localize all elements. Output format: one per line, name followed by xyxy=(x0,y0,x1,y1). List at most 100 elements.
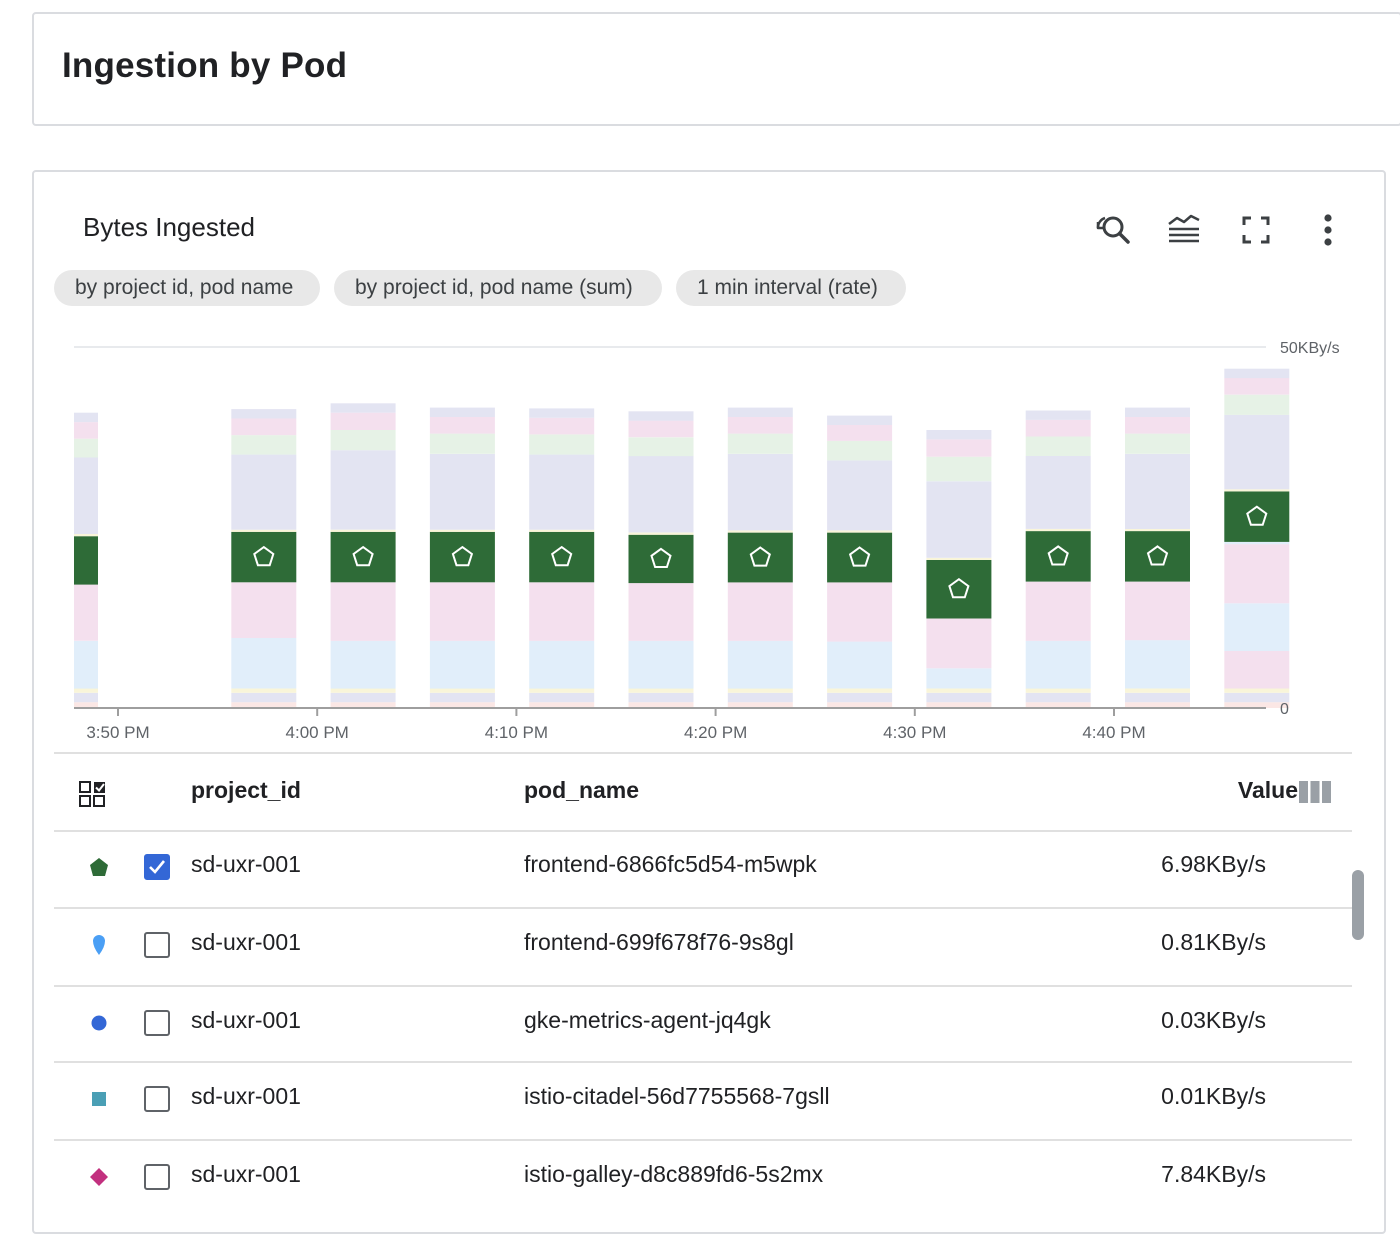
bar-segment[interactable] xyxy=(628,420,694,438)
bar-segment[interactable] xyxy=(1224,603,1290,651)
bar-segment[interactable] xyxy=(1125,433,1190,454)
bar-segment[interactable] xyxy=(727,407,793,417)
bar-segment[interactable] xyxy=(1125,692,1190,703)
bar-segment[interactable] xyxy=(926,456,992,482)
bar-segment[interactable] xyxy=(231,409,297,419)
bar-segment[interactable] xyxy=(529,692,595,703)
bar-segment[interactable] xyxy=(1224,394,1290,415)
bar-segment[interactable] xyxy=(1025,419,1091,437)
bar-segment[interactable] xyxy=(1025,528,1091,532)
bar-segment[interactable] xyxy=(429,433,495,454)
row-checkbox[interactable] xyxy=(144,932,170,958)
bar-segment[interactable] xyxy=(429,688,495,693)
bar-segment[interactable] xyxy=(926,692,992,703)
bar-segment[interactable] xyxy=(1224,368,1290,379)
bar-segment[interactable] xyxy=(827,440,893,461)
bar-segment[interactable] xyxy=(529,582,595,641)
bar-segment[interactable] xyxy=(1125,688,1190,693)
bar-segment[interactable] xyxy=(74,534,98,537)
bar-segment[interactable] xyxy=(231,582,297,638)
bar-segment[interactable] xyxy=(330,688,396,693)
bar-segment[interactable] xyxy=(330,450,396,530)
bar-segment[interactable] xyxy=(926,557,992,560)
column-picker-button[interactable] xyxy=(1298,779,1332,805)
bar-segment[interactable] xyxy=(330,582,396,641)
bar-segment[interactable] xyxy=(727,530,793,533)
bar-segment[interactable] xyxy=(1025,410,1091,420)
highlighted-bar-segment[interactable] xyxy=(74,536,98,585)
bar-segment[interactable] xyxy=(74,640,98,689)
bar-segment[interactable] xyxy=(1125,640,1190,689)
bar-segment[interactable] xyxy=(529,417,595,435)
bar-segment[interactable] xyxy=(1025,640,1091,689)
bar-segment[interactable] xyxy=(1125,453,1190,529)
bar-segment[interactable] xyxy=(727,640,793,689)
row-checkbox[interactable] xyxy=(144,854,170,880)
table-row[interactable]: sd-uxr-001 gke-metrics-agent-jq4gk 0.03K… xyxy=(54,986,1352,1063)
bar-segment[interactable] xyxy=(827,460,893,531)
bar-segment[interactable] xyxy=(231,435,297,455)
bar-segment[interactable] xyxy=(727,433,793,454)
bar-segment[interactable] xyxy=(827,415,893,425)
table-row[interactable]: sd-uxr-001 frontend-6866fc5d54-m5wpk 6.9… xyxy=(54,830,1352,907)
highlighted-bar-segment[interactable] xyxy=(1025,531,1091,582)
bar-segment[interactable] xyxy=(926,481,992,558)
bar-segment[interactable] xyxy=(727,582,793,641)
bar-segment[interactable] xyxy=(1025,692,1091,703)
bar-segment[interactable] xyxy=(429,407,495,417)
bar-segment[interactable] xyxy=(827,688,893,693)
bar-segment[interactable] xyxy=(926,618,992,669)
bar-segment[interactable] xyxy=(827,692,893,703)
bar-segment[interactable] xyxy=(628,456,694,533)
highlighted-bar-segment[interactable] xyxy=(628,534,694,584)
bar-segment[interactable] xyxy=(1224,541,1290,545)
bar-segment[interactable] xyxy=(1224,414,1290,490)
bar-segment[interactable] xyxy=(330,692,396,703)
highlighted-bar-segment[interactable] xyxy=(330,531,396,583)
bar-segment[interactable] xyxy=(1125,528,1190,532)
bar-segment[interactable] xyxy=(231,638,297,689)
bar-segment[interactable] xyxy=(74,422,98,439)
bar-segment[interactable] xyxy=(231,692,297,703)
bar-segment[interactable] xyxy=(529,640,595,689)
bar-segment[interactable] xyxy=(1025,581,1091,641)
bar-segment[interactable] xyxy=(429,453,495,530)
bar-segment[interactable] xyxy=(727,417,793,434)
bar-segment[interactable] xyxy=(74,438,98,458)
bar-segment[interactable] xyxy=(74,412,98,423)
highlighted-bar-segment[interactable] xyxy=(827,532,893,583)
bar-segment[interactable] xyxy=(1025,688,1091,693)
bar-segment[interactable] xyxy=(74,688,98,693)
highlighted-bar-segment[interactable] xyxy=(429,531,495,583)
bar-segment[interactable] xyxy=(529,529,595,532)
bar-segment[interactable] xyxy=(926,430,992,440)
bar-segment[interactable] xyxy=(74,457,98,535)
bar-segment[interactable] xyxy=(330,430,396,451)
bar-segment[interactable] xyxy=(1224,544,1290,604)
highlighted-bar-segment[interactable] xyxy=(727,532,793,583)
select-all-toggle[interactable] xyxy=(78,779,108,809)
table-row[interactable]: sd-uxr-001 frontend-699f678f76-9s8gl 0.8… xyxy=(54,908,1352,985)
bar-segment[interactable] xyxy=(429,692,495,703)
bar-segment[interactable] xyxy=(1125,581,1190,641)
bar-segment[interactable] xyxy=(330,529,396,532)
bar-segment[interactable] xyxy=(1224,651,1290,689)
bar-segment[interactable] xyxy=(231,688,297,693)
bar-segment[interactable] xyxy=(727,453,793,531)
column-header-project-id[interactable]: project_id xyxy=(191,777,301,804)
bar-segment[interactable] xyxy=(628,692,694,703)
table-row[interactable]: sd-uxr-001 istio-citadel-56d7755568-7gsl… xyxy=(54,1062,1352,1139)
bar-segment[interactable] xyxy=(628,437,694,457)
bar-segment[interactable] xyxy=(1125,417,1190,434)
highlighted-bar-segment[interactable] xyxy=(231,531,297,583)
highlighted-bar-segment[interactable] xyxy=(926,560,992,619)
column-header-pod-name[interactable]: pod_name xyxy=(524,777,639,804)
bar-segment[interactable] xyxy=(727,688,793,693)
bar-segment[interactable] xyxy=(727,692,793,703)
row-checkbox[interactable] xyxy=(144,1086,170,1112)
table-scrollbar-thumb[interactable] xyxy=(1352,870,1364,940)
bar-segment[interactable] xyxy=(1125,407,1190,417)
bar-segment[interactable] xyxy=(628,688,694,693)
bar-segment[interactable] xyxy=(231,529,297,532)
column-header-value[interactable]: Value xyxy=(1238,777,1298,804)
